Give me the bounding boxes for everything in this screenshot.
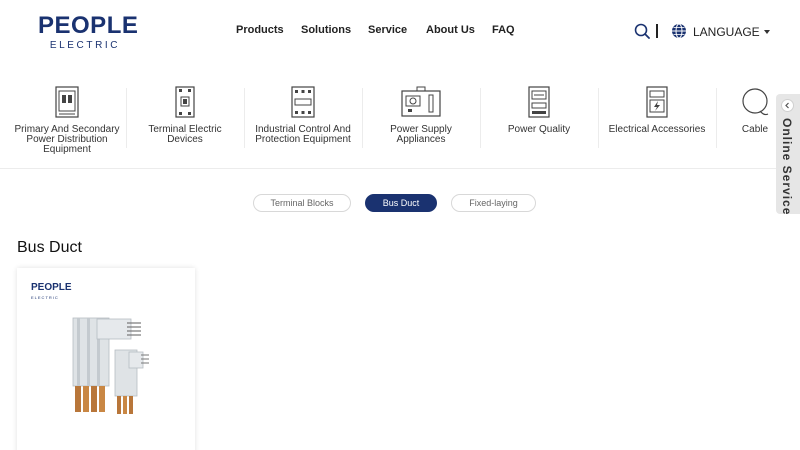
power-supply-icon (401, 86, 441, 117)
category-power-supply-appliances[interactable]: Power Supply Appliances (362, 80, 480, 160)
category-power-quality[interactable]: Power Quality (480, 80, 598, 160)
card-logo-sub: ELECTRIC (31, 295, 59, 300)
circuit-breaker-icon (175, 86, 195, 118)
category-label: Terminal Electric Devices (148, 124, 222, 145)
cable-reel-icon (742, 88, 769, 116)
card-logo-main: PEOPLE (31, 282, 72, 293)
online-service-tab[interactable]: Online Service (776, 94, 800, 216)
category-primary-secondary-distribution[interactable]: Primary And Secondary Power Distribution… (8, 80, 126, 160)
section-divider (0, 168, 800, 169)
brand-sub: ELECTRIC (49, 40, 121, 51)
brand-logo[interactable]: PEOPLE ELECTRIC (38, 12, 139, 52)
socket-box-icon (646, 86, 668, 118)
category-label: Primary And Secondary Power Distribution… (14, 124, 120, 155)
power-meter-icon (528, 86, 550, 118)
category-label: Power Quality (507, 124, 571, 135)
language-selector[interactable]: LANGUAGE (693, 25, 770, 39)
chevron-left-icon (781, 99, 794, 112)
category-label: Industrial Control And Protection Equipm… (255, 124, 351, 145)
nav-item-about-us[interactable]: About Us (426, 24, 475, 36)
bus-duct-product-image (72, 317, 149, 414)
search-icon[interactable] (634, 23, 650, 39)
globe-icon[interactable] (671, 23, 687, 39)
site-header: PEOPLE ELECTRIC Products Solutions Servi… (0, 0, 800, 62)
product-card[interactable]: PEOPLE ELECTRIC (17, 268, 195, 450)
category-terminal-electric-devices[interactable]: Terminal Electric Devices (126, 80, 244, 160)
brand-name: PEOPLE (38, 12, 139, 39)
category-label: Electrical Accessories (608, 124, 706, 135)
tab-fixed-laying[interactable]: Fixed-laying (451, 194, 536, 212)
chevron-down-icon (763, 29, 770, 34)
category-industrial-control-protection[interactable]: Industrial Control And Protection Equipm… (244, 80, 362, 160)
language-label: LANGUAGE (693, 25, 760, 39)
header-divider (656, 24, 658, 38)
nav-item-products[interactable]: Products (236, 24, 284, 36)
category-row: Primary And Secondary Power Distribution… (0, 80, 800, 160)
nav-item-service[interactable]: Service (368, 24, 407, 36)
switchgear-cabinet-icon (55, 86, 79, 118)
category-label: Power Supply Appliances (390, 124, 452, 145)
nav-item-faq[interactable]: FAQ (492, 24, 515, 36)
online-service-label: Online Service (780, 118, 794, 216)
nav-item-solutions[interactable]: Solutions (301, 24, 351, 36)
contactor-icon (291, 86, 315, 118)
category-electrical-accessories[interactable]: Electrical Accessories (598, 80, 716, 160)
card-brand-logo: PEOPLE ELECTRIC (31, 282, 72, 301)
tab-terminal-blocks[interactable]: Terminal Blocks (253, 194, 351, 212)
tab-bus-duct[interactable]: Bus Duct (365, 194, 437, 212)
section-title: Bus Duct (17, 239, 82, 256)
